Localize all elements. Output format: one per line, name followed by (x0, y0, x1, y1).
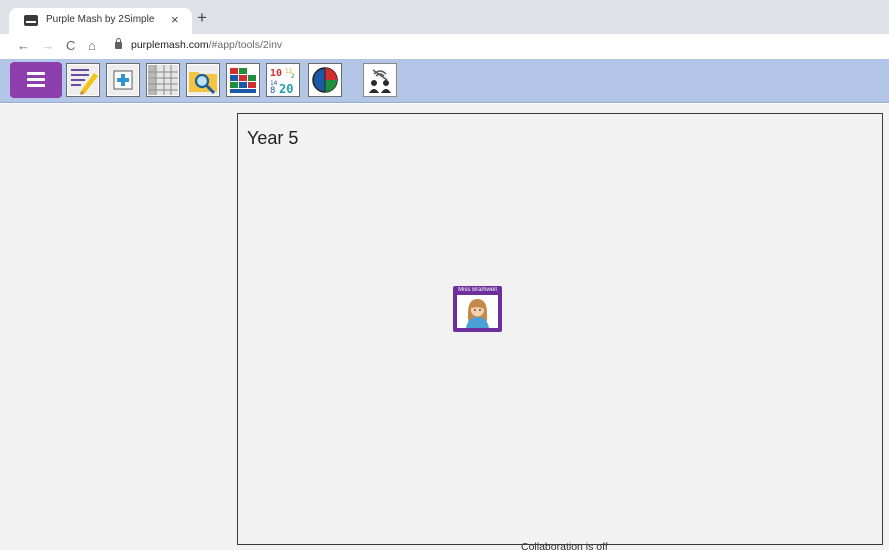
purple-mash-favicon-icon (24, 15, 38, 26)
svg-text:10: 10 (270, 68, 282, 79)
address-bar[interactable]: purplemash.com/#app/tools/2inv (131, 39, 282, 51)
menu-line (27, 84, 45, 87)
new-tab-button[interactable]: + (197, 9, 207, 27)
table-view-icon[interactable] (146, 63, 180, 97)
url-host: purplemash.com (131, 39, 209, 51)
add-record-icon[interactable] (106, 63, 140, 97)
reload-button[interactable]: C (66, 37, 75, 55)
pie-chart-icon[interactable] (308, 63, 342, 97)
record-card[interactable]: Miss Bramwell (453, 286, 502, 332)
back-button[interactable]: ← (17, 37, 30, 55)
left-panel (0, 104, 237, 550)
browser-navigation-bar: ← → C ⌂ purplemash.com/#app/tools/2inv (0, 34, 889, 59)
close-tab-icon[interactable]: × (171, 11, 179, 29)
record-card-photo (457, 295, 498, 328)
database-canvas[interactable]: Year 5 Miss Bramwell (237, 113, 883, 545)
home-button[interactable]: ⌂ (88, 37, 96, 55)
record-card-name: Miss Bramwell (458, 287, 497, 293)
forward-button[interactable]: → (41, 37, 54, 55)
svg-text:8: 8 (270, 86, 275, 96)
svg-text:20: 20 (279, 82, 293, 96)
app-toolbar: 10 12 2 14 8 20 (0, 59, 889, 103)
browser-tab[interactable]: Purple Mash by 2Simple × (9, 8, 192, 34)
workspace-top (237, 104, 889, 113)
number-grid-icon[interactable]: 10 12 2 14 8 20 (266, 63, 300, 97)
workspace-right (883, 104, 889, 550)
menu-line (27, 72, 45, 75)
lock-icon[interactable] (115, 38, 122, 49)
collaboration-users-icon[interactable] (363, 63, 397, 97)
browser-tab-strip: Purple Mash by 2Simple × + (0, 0, 889, 34)
teacher-avatar-icon (466, 299, 489, 328)
svg-text:2: 2 (291, 73, 295, 80)
search-folder-icon[interactable] (186, 63, 220, 97)
tab-title: Purple Mash by 2Simple (46, 14, 155, 25)
sort-chart-icon[interactable] (226, 63, 260, 97)
collaboration-status: Collaboration is off (521, 541, 608, 550)
main-menu-button[interactable] (10, 62, 62, 98)
url-path: /#app/tools/2inv (208, 39, 283, 51)
canvas-title: Year 5 (247, 128, 299, 148)
menu-line (27, 78, 45, 81)
edit-record-icon[interactable] (66, 63, 100, 97)
